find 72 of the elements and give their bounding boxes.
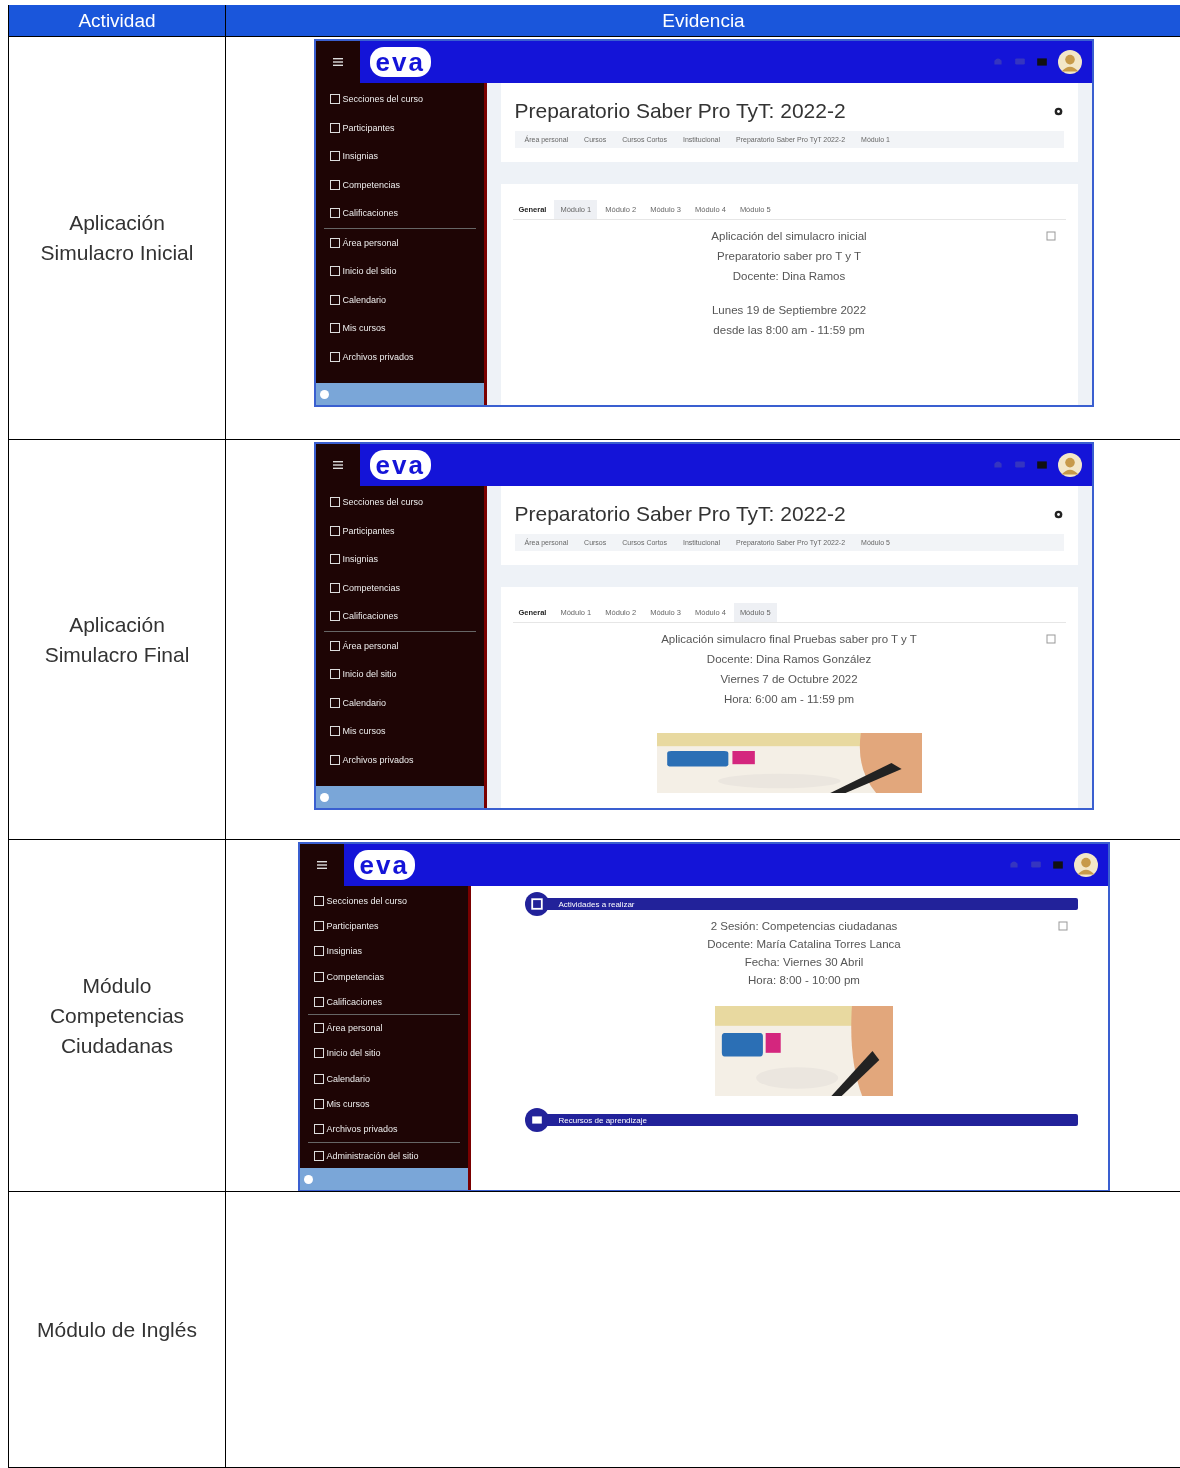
info-text: Hora: 6:00 am - 11:59 pm bbox=[723, 693, 855, 705]
info-text: Docente: Dina Ramos bbox=[732, 270, 846, 282]
collapse-icon[interactable] bbox=[1045, 634, 1056, 644]
info-text: Hora: 8:00 - 10:00 pm bbox=[748, 974, 860, 986]
message-icon[interactable] bbox=[1051, 859, 1064, 871]
sidebar-item[interactable]: Área personal bbox=[315, 228, 484, 257]
sidebar-item[interactable]: Administración del sitio bbox=[299, 1142, 468, 1169]
sidebar-item[interactable]: Insignias bbox=[315, 545, 484, 574]
accessibility-bar[interactable] bbox=[315, 383, 484, 405]
sidebar-item[interactable]: Mis cursos bbox=[315, 717, 484, 746]
logo: eva bbox=[369, 450, 431, 480]
logo: eva bbox=[353, 850, 415, 880]
sidebar-item[interactable]: Archivos privados bbox=[315, 342, 484, 371]
sidebar-item[interactable]: Calendario bbox=[299, 1066, 468, 1092]
logo: eva bbox=[369, 47, 431, 77]
sidebar-item[interactable]: Insignias bbox=[315, 142, 484, 171]
accessibility-bar[interactable] bbox=[315, 786, 484, 808]
settings-icon[interactable] bbox=[1052, 508, 1064, 520]
sidebar-item[interactable]: Inicio del sitio bbox=[315, 257, 484, 286]
sidebar-item[interactable]: Participantes bbox=[315, 113, 484, 142]
info-text: Viernes 7 de Octubre 2022 bbox=[720, 673, 858, 685]
sidebar-item[interactable]: Mis cursos bbox=[315, 314, 484, 343]
message-icon[interactable] bbox=[1035, 56, 1048, 68]
activity-cell-text: Módulo Competencias Ciudadanas bbox=[48, 972, 186, 1059]
info-text: Lunes 19 de Septiembre 2022 bbox=[711, 304, 867, 316]
avatar-icon[interactable] bbox=[1057, 50, 1082, 74]
sidebar-item[interactable]: Secciones del curso bbox=[315, 488, 484, 517]
column-header: Actividad bbox=[9, 5, 226, 37]
menu-icon[interactable] bbox=[332, 58, 343, 66]
sidebar-item[interactable]: Inicio del sitio bbox=[315, 660, 484, 689]
info-text: Docente: Dina Ramos González bbox=[706, 653, 872, 665]
sidebar-item[interactable]: Archivos privados bbox=[299, 1116, 468, 1142]
column-header: Evidencia bbox=[226, 5, 1180, 37]
info-text: 2 Sesión: Competencias ciudadanas bbox=[710, 920, 898, 932]
course-title: Preparatorio Saber Pro TyT: 2022-2 bbox=[514, 502, 847, 526]
sidebar-item[interactable]: Área personal bbox=[315, 631, 484, 660]
collapse-icon[interactable] bbox=[1045, 231, 1056, 241]
sidebar-item[interactable]: Calendario bbox=[315, 285, 484, 314]
sidebar-item[interactable]: Inicio del sitio bbox=[299, 1040, 468, 1067]
avatar-icon[interactable] bbox=[1073, 853, 1098, 877]
activity-cell-text: Aplicación Simulacro Inicial bbox=[39, 210, 195, 266]
info-text: Aplicación del simulacro inicial bbox=[711, 230, 867, 242]
message-icon[interactable] bbox=[1035, 459, 1048, 471]
course-title: Preparatorio Saber Pro TyT: 2022-2 bbox=[514, 99, 847, 123]
sidebar-item[interactable]: Insignias bbox=[299, 938, 468, 964]
info-text: desde las 8:00 am - 11:59 pm bbox=[713, 324, 865, 336]
sidebar-item[interactable]: Competencias bbox=[315, 573, 484, 602]
info-text: Fecha: Viernes 30 Abril bbox=[744, 956, 864, 968]
sidebar-item[interactable]: Calendario bbox=[315, 688, 484, 717]
menu-icon[interactable] bbox=[332, 461, 343, 469]
info-text: Aplicación simulacro final Pruebas saber pro T y T bbox=[661, 633, 917, 645]
sidebar-item[interactable]: Calificaciones bbox=[315, 199, 484, 228]
info-text: Docente: María Catalina Torres Lanca bbox=[707, 938, 901, 950]
sidebar-item[interactable]: Calificaciones bbox=[315, 602, 484, 631]
accessibility-bar[interactable] bbox=[299, 1168, 468, 1190]
settings-icon[interactable] bbox=[1052, 105, 1064, 117]
activity-cell-text: Módulo de Inglés bbox=[36, 1316, 198, 1343]
menu-icon[interactable] bbox=[316, 861, 327, 869]
sidebar-item[interactable]: Participantes bbox=[315, 516, 484, 545]
sidebar-item[interactable]: Calificaciones bbox=[299, 989, 468, 1015]
info-text: Preparatorio saber pro T y T bbox=[717, 250, 861, 262]
sidebar-item[interactable]: Área personal bbox=[299, 1015, 468, 1041]
sidebar-item[interactable]: Participantes bbox=[299, 913, 468, 939]
sidebar-item[interactable]: Secciones del curso bbox=[315, 85, 484, 114]
sidebar-item[interactable]: Secciones del curso bbox=[299, 888, 468, 914]
sidebar-item[interactable]: Competencias bbox=[315, 170, 484, 199]
avatar-icon[interactable] bbox=[1057, 453, 1082, 477]
collapse-icon[interactable] bbox=[1057, 921, 1068, 931]
sidebar-item[interactable]: Archivos privados bbox=[315, 745, 484, 774]
activity-cell-text: Aplicación Simulacro Final bbox=[43, 611, 191, 668]
sidebar-item[interactable]: Competencias bbox=[299, 963, 468, 990]
sidebar-item[interactable]: Mis cursos bbox=[299, 1091, 468, 1117]
